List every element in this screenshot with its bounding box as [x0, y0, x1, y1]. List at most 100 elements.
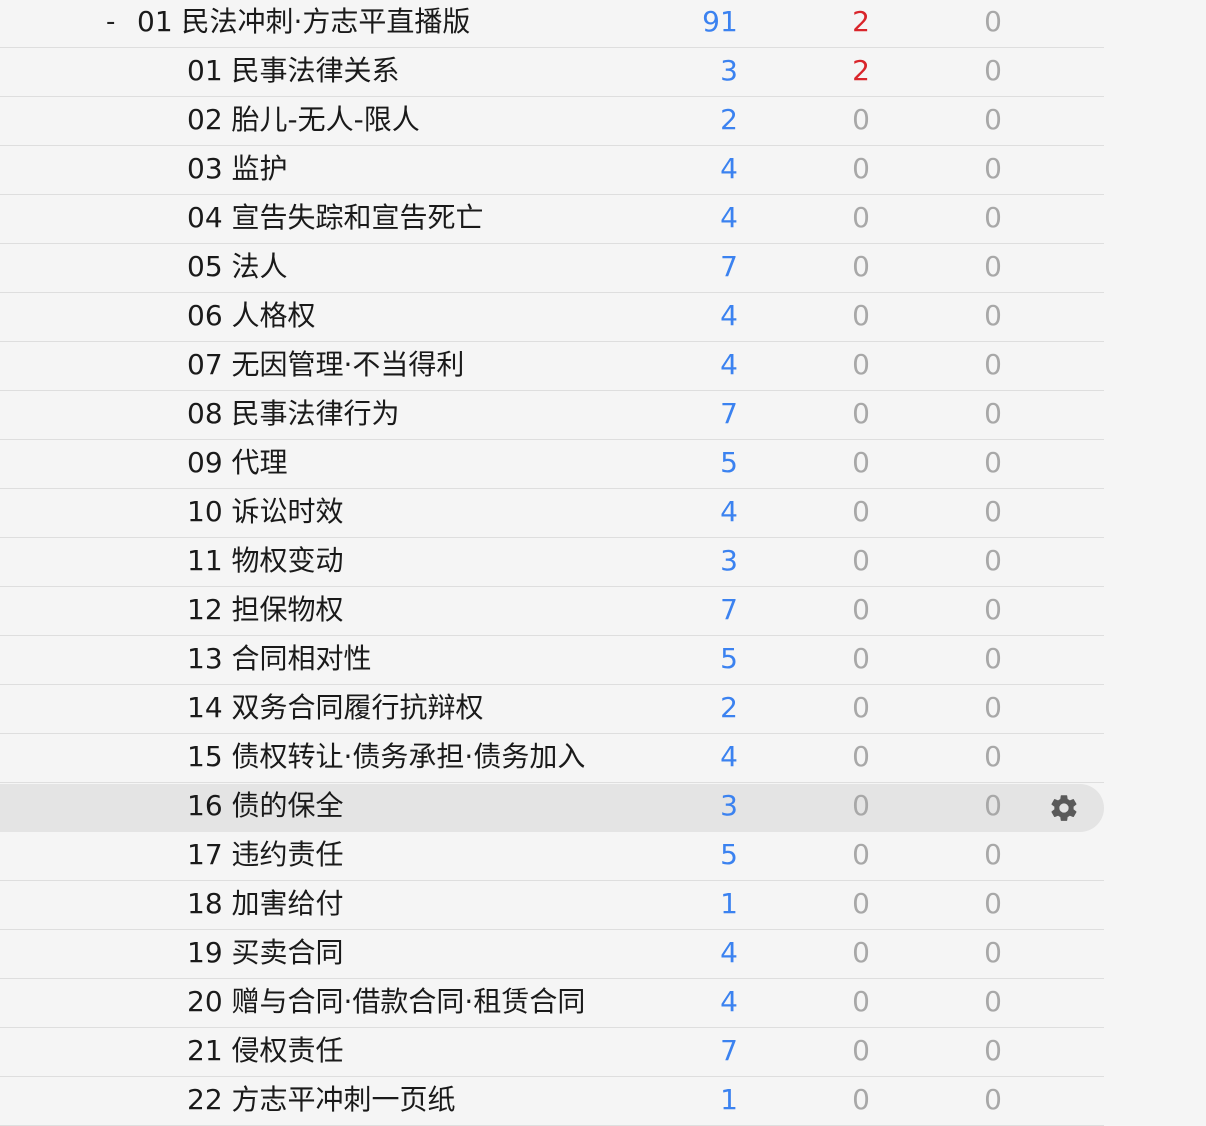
deck-name[interactable]: 10 诉讼时效 [187, 494, 344, 530]
deck-row[interactable]: 10 诉讼时效 4 0 0 [0, 490, 1104, 538]
deck-row[interactable]: 21 侵权责任 7 0 0 [0, 1029, 1104, 1077]
new-count: 2 [720, 691, 738, 724]
learn-count: 0 [852, 544, 870, 577]
due-count: 0 [984, 985, 1002, 1018]
deck-row[interactable]: 01 民事法律关系 3 2 0 [0, 49, 1104, 97]
due-count: 0 [984, 5, 1002, 38]
deck-name[interactable]: 05 法人 [187, 249, 288, 285]
deck-row[interactable]: 07 无因管理·不当得利 4 0 0 [0, 343, 1104, 391]
deck-name[interactable]: 08 民事法律行为 [187, 396, 400, 432]
deck-name[interactable]: 21 侵权责任 [187, 1033, 344, 1069]
deck-row[interactable]: 12 担保物权 7 0 0 [0, 588, 1104, 636]
learn-count: 0 [852, 348, 870, 381]
deck-name[interactable]: 12 担保物权 [187, 592, 344, 628]
new-count: 7 [720, 250, 738, 283]
learn-count: 0 [852, 593, 870, 626]
deck-name[interactable]: 09 代理 [187, 445, 288, 481]
deck-name[interactable]: 20 赠与合同·借款合同·租赁合同 [187, 984, 585, 1020]
deck-row[interactable]: 20 赠与合同·借款合同·租赁合同 4 0 0 [0, 980, 1104, 1028]
due-count: 0 [984, 789, 1002, 822]
deck-row[interactable]: 22 方志平冲刺一页纸 1 0 0 [0, 1078, 1104, 1126]
deck-row[interactable]: 14 双务合同履行抗辩权 2 0 0 [0, 686, 1104, 734]
learn-count: 2 [852, 5, 870, 38]
learn-count: 0 [852, 446, 870, 479]
learn-count: 0 [852, 887, 870, 920]
deck-name[interactable]: 22 方志平冲刺一页纸 [187, 1082, 456, 1118]
deck-row[interactable]: 02 胎儿-无人-限人 2 0 0 [0, 98, 1104, 146]
new-count: 3 [720, 789, 738, 822]
new-count: 5 [720, 446, 738, 479]
due-count: 0 [984, 397, 1002, 430]
deck-name[interactable]: 06 人格权 [187, 298, 316, 334]
new-count: 4 [720, 201, 738, 234]
learn-count: 2 [852, 54, 870, 87]
deck-name[interactable]: 11 物权变动 [187, 543, 344, 579]
deck-row[interactable]: 03 监护 4 0 0 [0, 147, 1104, 195]
learn-count: 0 [852, 985, 870, 1018]
learn-count: 0 [852, 1083, 870, 1116]
due-count: 0 [984, 446, 1002, 479]
learn-count: 0 [852, 201, 870, 234]
due-count: 0 [984, 740, 1002, 773]
deck-list: - 01 民法冲刺·方志平直播版 91 2 0 01 民事法律关系 3 2 0 02 胎… [0, 0, 1206, 1126]
learn-count: 0 [852, 838, 870, 871]
deck-name[interactable]: 07 无因管理·不当得利 [187, 347, 464, 383]
deck-row[interactable]: 13 合同相对性 5 0 0 [0, 637, 1104, 685]
deck-row[interactable]: 08 民事法律行为 7 0 0 [0, 392, 1104, 440]
due-count: 0 [984, 103, 1002, 136]
deck-name[interactable]: 18 加害给付 [187, 886, 344, 922]
deck-row[interactable]: 15 债权转让·债务承担·债务加入 4 0 0 [0, 735, 1104, 783]
learn-count: 0 [852, 103, 870, 136]
learn-count: 0 [852, 1034, 870, 1067]
due-count: 0 [984, 348, 1002, 381]
deck-row[interactable]: 04 宣告失踪和宣告死亡 4 0 0 [0, 196, 1104, 244]
new-count: 7 [720, 1034, 738, 1067]
new-count: 5 [720, 838, 738, 871]
new-count: 5 [720, 642, 738, 675]
deck-row[interactable]: 17 违约责任 5 0 0 [0, 833, 1104, 881]
deck-row[interactable]: 06 人格权 4 0 0 [0, 294, 1104, 342]
new-count: 1 [720, 887, 738, 920]
deck-row[interactable]: 05 法人 7 0 0 [0, 245, 1104, 293]
due-count: 0 [984, 642, 1002, 675]
new-count: 3 [720, 54, 738, 87]
new-count: 4 [720, 152, 738, 185]
due-count: 0 [984, 152, 1002, 185]
deck-name[interactable]: 13 合同相对性 [187, 641, 372, 677]
deck-row-parent[interactable]: - 01 民法冲刺·方志平直播版 91 2 0 [0, 0, 1104, 48]
gear-icon[interactable] [1048, 792, 1080, 824]
due-count: 0 [984, 691, 1002, 724]
deck-name[interactable]: 04 宣告失踪和宣告死亡 [187, 200, 484, 236]
new-count: 1 [720, 1083, 738, 1116]
new-count: 4 [720, 495, 738, 528]
learn-count: 0 [852, 642, 870, 675]
learn-count: 0 [852, 397, 870, 430]
deck-name[interactable]: 03 监护 [187, 151, 288, 187]
learn-count: 0 [852, 936, 870, 969]
due-count: 0 [984, 1034, 1002, 1067]
new-count: 7 [720, 397, 738, 430]
deck-row[interactable]: 19 买卖合同 4 0 0 [0, 931, 1104, 979]
collapse-toggle[interactable]: - [106, 4, 115, 40]
deck-name[interactable]: 17 违约责任 [187, 837, 344, 873]
new-count: 7 [720, 593, 738, 626]
deck-name[interactable]: 16 债的保全 [187, 788, 344, 824]
deck-row[interactable]: 16 债的保全 3 0 0 [0, 784, 1104, 832]
due-count: 0 [984, 838, 1002, 871]
deck-row[interactable]: 18 加害给付 1 0 0 [0, 882, 1104, 930]
deck-row[interactable]: 11 物权变动 3 0 0 [0, 539, 1104, 587]
new-count: 91 [702, 5, 738, 38]
new-count: 2 [720, 103, 738, 136]
due-count: 0 [984, 593, 1002, 626]
deck-name[interactable]: 14 双务合同履行抗辩权 [187, 690, 484, 726]
new-count: 4 [720, 348, 738, 381]
learn-count: 0 [852, 495, 870, 528]
deck-name[interactable]: 02 胎儿-无人-限人 [187, 102, 420, 138]
deck-row[interactable]: 09 代理 5 0 0 [0, 441, 1104, 489]
deck-name[interactable]: 01 民法冲刺·方志平直播版 [137, 4, 470, 40]
due-count: 0 [984, 1083, 1002, 1116]
deck-name[interactable]: 01 民事法律关系 [187, 53, 400, 89]
new-count: 4 [720, 740, 738, 773]
deck-name[interactable]: 15 债权转让·债务承担·债务加入 [187, 739, 585, 775]
deck-name[interactable]: 19 买卖合同 [187, 935, 344, 971]
